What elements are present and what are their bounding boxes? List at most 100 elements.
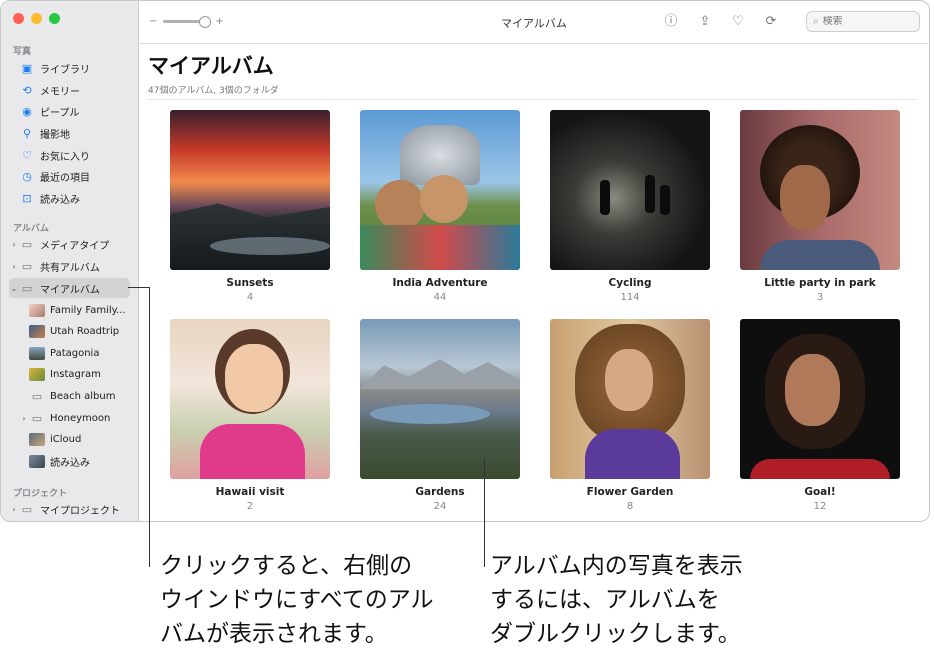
album-name: Hawaii visit: [215, 486, 285, 498]
album-thumbnail: [29, 432, 45, 446]
folder-icon: ▭: [21, 502, 33, 516]
album-count: 4: [246, 292, 254, 303]
heart-icon: ♡: [22, 148, 32, 162]
album-card-goal[interactable]: Goal! 12: [740, 319, 900, 512]
zoom-button[interactable]: [49, 13, 60, 24]
album-card-sunsets[interactable]: Sunsets 4: [170, 110, 330, 303]
page-title: マイアルバム: [148, 54, 274, 78]
library-icon: ▣: [21, 61, 33, 75]
sidebar-item-recents[interactable]: ◷ 最近の項目: [9, 166, 130, 186]
sidebar-item-places[interactable]: ⚲ 撮影地: [9, 123, 130, 143]
info-icon[interactable]: ⓘ: [661, 12, 681, 32]
callout-right: アルバム内の写真を表示 するには、アルバムを ダブルクリックします。: [490, 553, 743, 647]
album-name: Gardens: [415, 486, 465, 498]
sidebar-item-memories[interactable]: ⟲ メモリー: [9, 80, 130, 100]
album-card-india-adventure[interactable]: India Adventure 44: [360, 110, 520, 303]
callout-line-left-horizontal: [128, 287, 149, 288]
album-thumbnail: [29, 367, 45, 381]
album-count: 44: [433, 292, 447, 303]
section-projects-label: プロジェクト: [13, 489, 68, 499]
album-name: Little party in park: [764, 277, 876, 289]
sidebar-item-media-types[interactable]: › ▭ メディアタイプ: [9, 234, 130, 254]
callout-line-right-vertical: [484, 458, 485, 567]
rotate-icon[interactable]: ⟳: [761, 12, 781, 32]
album-card-gardens[interactable]: Gardens 24: [360, 319, 520, 512]
sidebar-folder-honeymoon[interactable]: › ▭ Honeymoon: [9, 408, 130, 428]
album-cover[interactable]: [550, 319, 710, 479]
album-cover[interactable]: [550, 110, 710, 270]
sidebar: 写真 ▣ ライブラリ ⟲ メモリー ◉ ピープル ⚲ 撮影地 ♡ お気に入り ◷ 最近の項目…: [1, 1, 139, 521]
album-cover[interactable]: [360, 319, 520, 479]
minimize-button[interactable]: [31, 13, 42, 24]
chevron-right-icon[interactable]: ›: [9, 505, 19, 514]
photos-window: 写真 ▣ ライブラリ ⟲ メモリー ◉ ピープル ⚲ 撮影地 ♡ お気に入り ◷ 最近の項目…: [0, 0, 930, 522]
sidebar-item-imports[interactable]: ⊡ 読み込み: [9, 188, 130, 208]
callout-left: クリックすると、右側の ウインドウにすべてのアル バムが表示されます。: [160, 553, 434, 647]
album-name: Sunsets: [226, 277, 274, 289]
album-name: India Adventure: [392, 277, 488, 289]
album-card-flower-garden[interactable]: Flower Garden 8: [550, 319, 710, 512]
sidebar-item-favorites[interactable]: ♡ お気に入り: [9, 145, 130, 165]
toolbar: − + マイアルバム ⓘ ⇪ ♡ ⟳ ⌕: [139, 1, 929, 44]
search-field[interactable]: ⌕: [806, 11, 920, 32]
album-count: 2: [246, 501, 254, 512]
sidebar-album-instagram[interactable]: Instagram: [9, 364, 130, 384]
sidebar-item-shared-albums[interactable]: › ▭ 共有アルバム: [9, 256, 130, 276]
album-count: 24: [433, 501, 447, 512]
memories-icon: ⟲: [22, 83, 32, 97]
sidebar-album-beach[interactable]: ▭ Beach album: [9, 386, 130, 406]
callout-line-left-vertical: [149, 287, 150, 567]
share-icon[interactable]: ⇪: [695, 12, 715, 32]
album-thumbnail: [29, 454, 45, 468]
places-icon: ⚲: [22, 126, 32, 140]
chevron-right-icon[interactable]: ›: [19, 414, 29, 423]
folder-icon: ▭: [31, 411, 43, 425]
album-count: 12: [813, 501, 827, 512]
album-name: Cycling: [608, 277, 652, 289]
clock-icon: ◷: [22, 169, 32, 183]
album-thumbnail: [29, 303, 45, 317]
album-cover[interactable]: [360, 110, 520, 270]
sidebar-album-family[interactable]: Family Family...: [9, 300, 130, 320]
album-count: 8: [626, 501, 634, 512]
heart-icon[interactable]: ♡: [728, 12, 748, 32]
search-icon: ⌕: [813, 16, 819, 27]
album-count: 114: [620, 292, 640, 303]
album-name: Goal!: [804, 486, 836, 498]
shared-folder-icon: ▭: [21, 259, 33, 273]
chevron-right-icon[interactable]: ›: [9, 262, 19, 271]
album-count-subtitle: 47個のアルバム, 3個のフォルダ: [148, 86, 279, 96]
section-photos-label: 写真: [13, 47, 32, 57]
album-icon: ▭: [31, 389, 43, 403]
album-cover[interactable]: [170, 110, 330, 270]
folder-icon: ▭: [21, 281, 33, 295]
album-name: Flower Garden: [586, 486, 674, 498]
album-cover[interactable]: [740, 319, 900, 479]
album-cover[interactable]: [170, 319, 330, 479]
divider: [148, 99, 917, 100]
album-thumbnail: [29, 324, 45, 338]
album-card-hawaii[interactable]: Hawaii visit 2: [170, 319, 330, 512]
sidebar-item-people[interactable]: ◉ ピープル: [9, 101, 130, 121]
sidebar-item-my-albums[interactable]: ⌄ ▭ マイアルバム: [9, 278, 130, 298]
album-card-cycling[interactable]: Cycling 114: [550, 110, 710, 303]
album-card-little-party[interactable]: Little party in park 3: [740, 110, 900, 303]
section-albums-label: アルバム: [13, 224, 49, 234]
people-icon: ◉: [22, 104, 32, 118]
sidebar-album-utah[interactable]: Utah Roadtrip: [9, 321, 130, 341]
chevron-down-icon[interactable]: ⌄: [9, 284, 19, 293]
sidebar-album-patagonia[interactable]: Patagonia: [9, 343, 130, 363]
sidebar-album-imports[interactable]: 読み込み: [9, 451, 130, 471]
sidebar-album-icloud[interactable]: iCloud: [9, 429, 130, 449]
import-icon: ⊡: [22, 191, 32, 205]
chevron-right-icon[interactable]: ›: [9, 240, 19, 249]
album-thumbnail: [29, 346, 45, 360]
sidebar-item-library[interactable]: ▣ ライブラリ: [9, 58, 130, 78]
close-button[interactable]: [13, 13, 24, 24]
album-count: 3: [816, 292, 824, 303]
album-cover[interactable]: [740, 110, 900, 270]
folder-icon: ▭: [21, 237, 33, 251]
window-controls: [13, 13, 60, 24]
sidebar-item-my-projects[interactable]: › ▭ マイプロジェクト: [9, 499, 130, 519]
search-input[interactable]: [822, 16, 903, 27]
